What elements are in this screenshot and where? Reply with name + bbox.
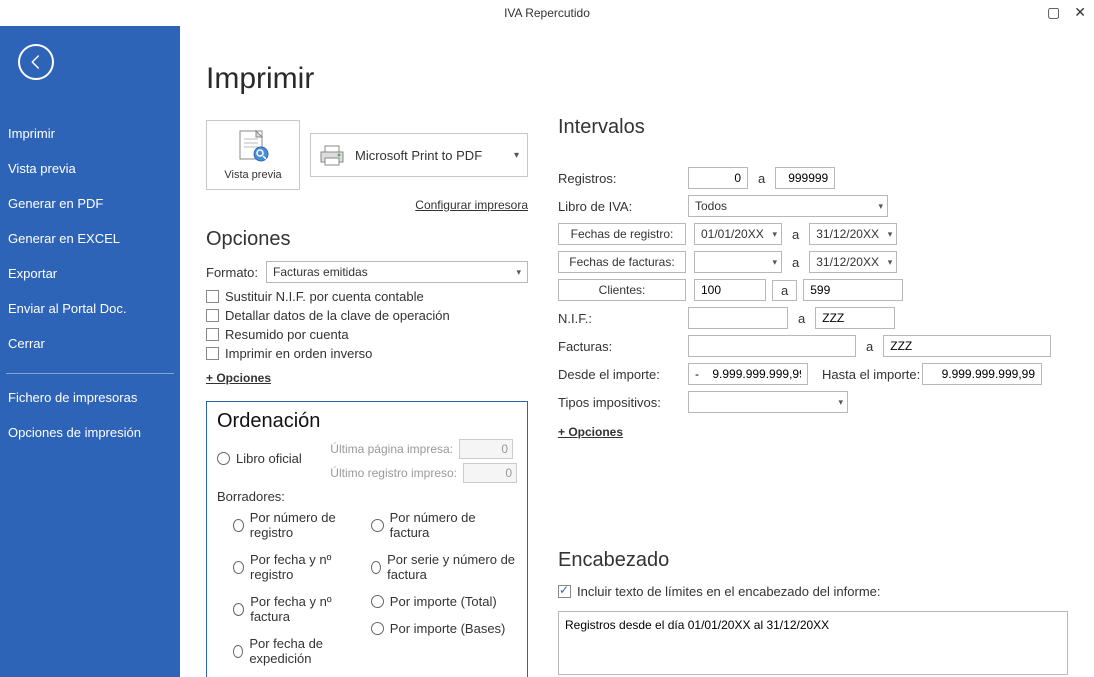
sidebar-item-generar-excel[interactable]: Generar en EXCEL <box>0 221 180 256</box>
sidebar-item-fichero-impresoras[interactable]: Fichero de impresoras <box>0 380 180 415</box>
hasta-importe-label: Hasta el importe: <box>822 367 922 382</box>
sidebar: Imprimir Vista previa Generar en PDF Gen… <box>0 26 180 677</box>
sidebar-item-exportar[interactable]: Exportar <box>0 256 180 291</box>
chevron-down-icon: ▾ <box>772 257 777 268</box>
check-sustituir-nif[interactable]: Sustituir N.I.F. por cuenta contable <box>206 289 528 304</box>
vista-previa-button[interactable]: Vista previa <box>206 120 300 190</box>
facturas-label: Facturas: <box>558 339 688 354</box>
ultimo-registro-value: 0 <box>463 463 517 483</box>
close-icon[interactable]: ✕ <box>1074 4 1086 21</box>
ordenacion-panel: Ordenación Libro oficial Última página i… <box>206 401 528 677</box>
fechas-registro-from-select[interactable]: 01/01/20XX▾ <box>694 223 782 245</box>
ultima-pagina-label: Última página impresa: <box>330 442 453 456</box>
facturas-from-input[interactable] <box>688 335 856 357</box>
configurar-impresora-link[interactable]: Configurar impresora <box>206 198 528 212</box>
radio-libro-oficial[interactable]: Libro oficial <box>217 451 302 466</box>
tipos-select[interactable]: ▾ <box>688 391 848 413</box>
check-orden-inverso[interactable]: Imprimir en orden inverso <box>206 346 528 361</box>
ultimo-registro-label: Último registro impreso: <box>330 466 457 480</box>
check-detallar-clave[interactable]: Detallar datos de la clave de operación <box>206 308 528 323</box>
desde-importe-label: Desde el importe: <box>558 367 688 382</box>
sidebar-item-generar-pdf[interactable]: Generar en PDF <box>0 186 180 221</box>
clientes-to-input[interactable] <box>803 279 903 301</box>
chevron-down-icon: ▾ <box>878 201 883 212</box>
opciones-more-link[interactable]: + Opciones <box>206 371 271 385</box>
radio-fecha-expedicion[interactable]: Por fecha de expedición <box>233 636 355 666</box>
radio-fecha-num-registro[interactable]: Por fecha y nº registro <box>233 552 355 582</box>
sidebar-item-cerrar[interactable]: Cerrar <box>0 326 180 361</box>
maximize-icon[interactable]: ▢ <box>1047 4 1060 21</box>
chevron-down-icon: ▾ <box>888 229 893 240</box>
back-button[interactable] <box>18 44 54 80</box>
fechas-facturas-button[interactable]: Fechas de facturas: <box>558 251 686 273</box>
fechas-registro-button[interactable]: Fechas de registro: <box>558 223 686 245</box>
sidebar-item-vista-previa[interactable]: Vista previa <box>0 151 180 186</box>
opciones-title: Opciones <box>206 228 528 251</box>
printer-select[interactable]: Microsoft Print to PDF ▾ <box>310 133 528 177</box>
registros-to-input[interactable] <box>775 167 835 189</box>
fechas-facturas-from-select[interactable]: ▾ <box>694 251 782 273</box>
encabezado-textarea[interactable] <box>558 611 1068 675</box>
sidebar-divider <box>6 373 174 374</box>
chevron-down-icon: ▾ <box>516 267 521 278</box>
check-incluir-texto[interactable]: Incluir texto de límites en el encabezad… <box>558 584 1068 599</box>
document-preview-icon <box>236 129 270 165</box>
titlebar: IVA Repercutido ▢ ✕ <box>0 0 1094 26</box>
page-title: Imprimir <box>206 62 528 96</box>
nif-to-input[interactable] <box>815 307 895 329</box>
chevron-down-icon: ▾ <box>888 257 893 268</box>
intervalos-more-link[interactable]: + Opciones <box>558 425 623 439</box>
radio-serie-num-factura[interactable]: Por serie y número de factura <box>371 552 517 582</box>
clientes-button[interactable]: Clientes: <box>558 279 686 301</box>
formato-value: Facturas emitidas <box>273 265 368 279</box>
facturas-to-input[interactable] <box>883 335 1051 357</box>
encabezado-title: Encabezado <box>558 549 1068 572</box>
registros-from-input[interactable] <box>688 167 748 189</box>
clientes-from-input[interactable] <box>694 279 766 301</box>
printer-name: Microsoft Print to PDF <box>355 148 482 163</box>
nif-from-input[interactable] <box>688 307 788 329</box>
radio-importe-bases[interactable]: Por importe (Bases) <box>371 621 517 636</box>
tipos-label: Tipos impositivos: <box>558 395 688 410</box>
intervalos-title: Intervalos <box>558 116 1068 139</box>
radio-importe-total[interactable]: Por importe (Total) <box>371 594 517 609</box>
hasta-importe-input[interactable] <box>922 363 1042 385</box>
chevron-down-icon: ▾ <box>772 229 777 240</box>
sidebar-item-imprimir[interactable]: Imprimir <box>0 116 180 151</box>
formato-select[interactable]: Facturas emitidas ▾ <box>266 261 528 283</box>
vista-previa-label: Vista previa <box>224 169 281 181</box>
libro-iva-select[interactable]: Todos▾ <box>688 195 888 217</box>
printer-icon <box>319 144 345 166</box>
fechas-facturas-to-select[interactable]: 31/12/20XX▾ <box>809 251 897 273</box>
sidebar-item-opciones-impresion[interactable]: Opciones de impresión <box>0 415 180 450</box>
formato-label: Formato: <box>206 265 266 280</box>
chevron-down-icon: ▾ <box>514 150 519 161</box>
ordenacion-title: Ordenación <box>217 410 517 433</box>
chevron-down-icon: ▾ <box>838 397 843 408</box>
window-title: IVA Repercutido <box>504 6 590 20</box>
fechas-registro-to-select[interactable]: 31/12/20XX▾ <box>809 223 897 245</box>
registros-label: Registros: <box>558 171 688 186</box>
ultima-pagina-value: 0 <box>459 439 513 459</box>
check-resumido-cuenta[interactable]: Resumido por cuenta <box>206 327 528 342</box>
radio-num-factura[interactable]: Por número de factura <box>371 510 517 540</box>
nif-label: N.I.F.: <box>558 311 688 326</box>
sidebar-item-enviar-portal[interactable]: Enviar al Portal Doc. <box>0 291 180 326</box>
radio-num-registro[interactable]: Por número de registro <box>233 510 355 540</box>
radio-fecha-num-factura[interactable]: Por fecha y nº factura <box>233 594 355 624</box>
desde-importe-input[interactable] <box>688 363 808 385</box>
libro-iva-label: Libro de IVA: <box>558 199 688 214</box>
borradores-label: Borradores: <box>217 489 517 504</box>
